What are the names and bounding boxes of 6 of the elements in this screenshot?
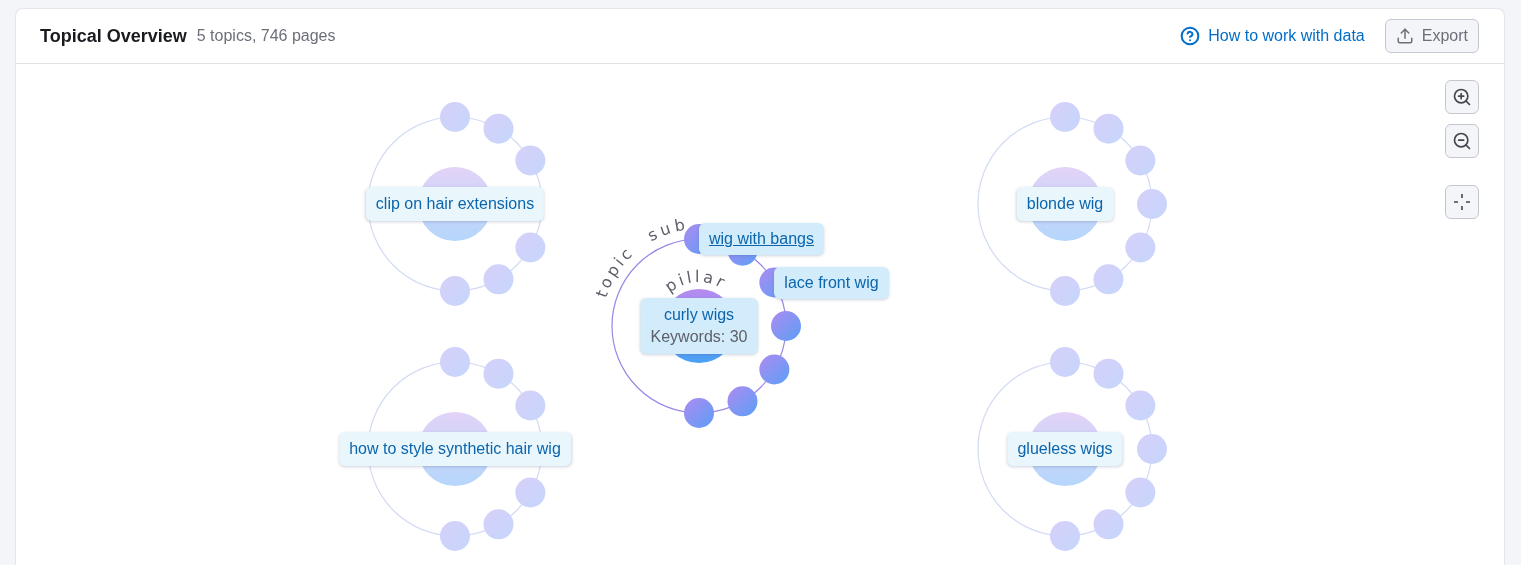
topics-summary: 5 topics, 746 pages	[196, 27, 336, 45]
topic-name: curly wigs	[662, 305, 736, 325]
arc-label: pillar	[661, 267, 731, 297]
arc-label: sub	[644, 214, 691, 246]
panel-title: Topical Overview	[40, 25, 187, 47]
keywords-count: Keywords: 30	[650, 327, 748, 347]
